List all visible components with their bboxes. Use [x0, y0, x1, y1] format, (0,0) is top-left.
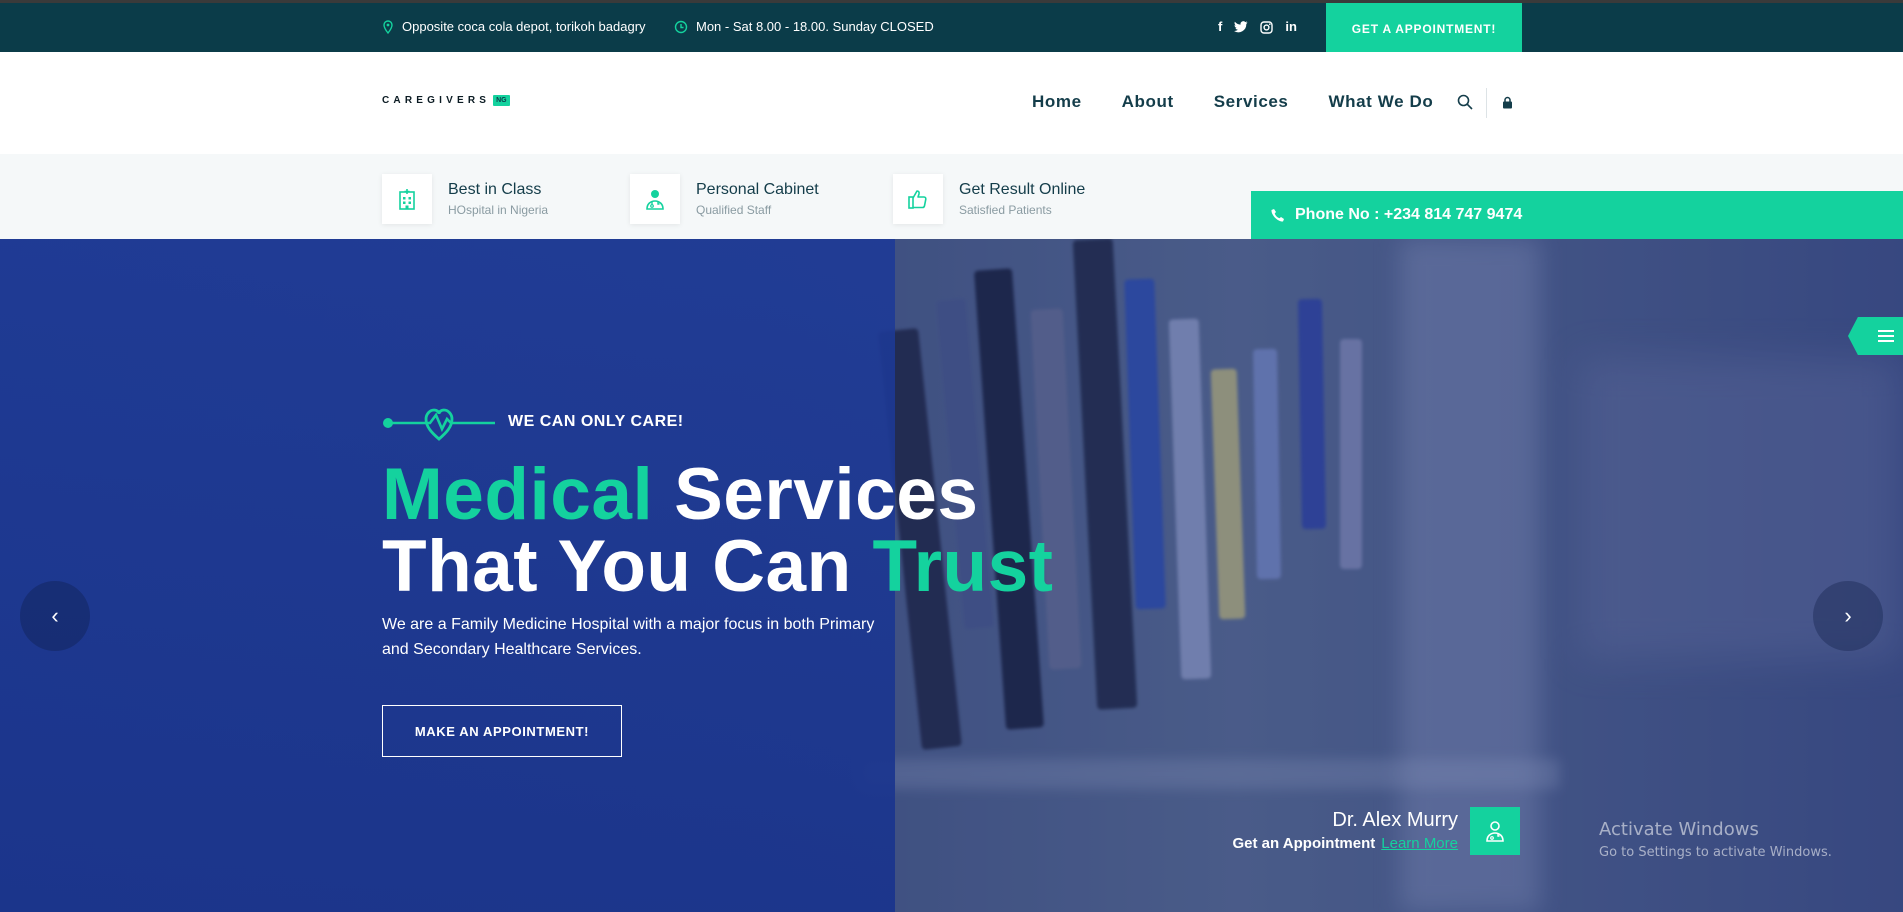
- phone-number: Phone No : +234 814 747 9474: [1295, 206, 1523, 223]
- twitter-icon[interactable]: [1234, 21, 1248, 33]
- main-header: CAREGIVERS NG Home About Services What W…: [0, 52, 1903, 154]
- menu-icon: [1878, 330, 1894, 342]
- facebook-icon[interactable]: f: [1218, 20, 1222, 34]
- logo-text: CAREGIVERS: [382, 95, 491, 106]
- lock-icon[interactable]: [1502, 96, 1513, 109]
- heartbeat-icon: [383, 408, 495, 441]
- thumbs-up-icon: [908, 190, 927, 209]
- phone-bar[interactable]: Phone No : +234 814 747 9474: [1251, 191, 1903, 239]
- map-pin-icon: [383, 19, 393, 34]
- feature-title: Best in Class: [448, 181, 542, 198]
- hero-description: We are a Family Medicine Hospital with a…: [382, 616, 875, 658]
- doctor-icon: [646, 190, 664, 210]
- learn-more-link[interactable]: Learn More: [1381, 835, 1458, 852]
- feature-subtitle: Qualified Staff: [696, 203, 772, 217]
- chevron-left-icon: ‹: [51, 603, 59, 628]
- feature-icon-box: [382, 174, 432, 224]
- main-nav: Home About Services What We Do: [1032, 92, 1433, 112]
- nav-item-home[interactable]: Home: [1032, 92, 1082, 112]
- feature-title: Personal Cabinet: [696, 181, 819, 198]
- hero-headline: Medical Services That You Can Trust: [382, 458, 1053, 603]
- hero-slider: WE CAN ONLY CARE! Medical Services That …: [0, 239, 1903, 912]
- hours-text: Mon - Sat 8.00 - 18.00. Sunday CLOSED: [696, 19, 934, 34]
- headline-that-you-can: That You Can: [382, 526, 852, 607]
- address-text: Opposite coca cola depot, torikoh badagr…: [402, 19, 646, 34]
- feature-subtitle: HOspital in Nigeria: [448, 203, 549, 217]
- chevron-right-icon: ›: [1844, 603, 1852, 628]
- feature-subtitle: Satisfied Patients: [959, 203, 1052, 217]
- watermark-subtitle: Go to Settings to activate Windows.: [1599, 845, 1832, 860]
- doctor-card: Dr. Alex Murry Get an Appointment Learn M…: [1190, 807, 1520, 855]
- top-bar: Opposite coca cola depot, torikoh badagr…: [0, 0, 1903, 55]
- doctor-name: Dr. Alex Murry: [1332, 809, 1458, 831]
- address-info: Opposite coca cola depot, torikoh badagr…: [382, 19, 646, 34]
- next-slide-button[interactable]: ›: [1813, 581, 1883, 651]
- hours-info: Mon - Sat 8.00 - 18.00. Sunday CLOSED: [674, 19, 934, 34]
- social-links: f in: [1218, 20, 1297, 34]
- site-logo[interactable]: CAREGIVERS NG: [382, 95, 510, 106]
- appointment-text: Get an Appointment: [1232, 835, 1376, 852]
- nav-item-what-we-do[interactable]: What We Do: [1329, 92, 1434, 112]
- tagline-text: WE CAN ONLY CARE!: [508, 413, 684, 430]
- nav-item-services[interactable]: Services: [1214, 92, 1289, 112]
- hospital-icon: [399, 189, 415, 210]
- prev-slide-button[interactable]: ‹: [20, 581, 90, 651]
- doctor-avatar-button[interactable]: [1470, 807, 1520, 855]
- feature-title: Get Result Online: [959, 181, 1086, 198]
- linkedin-icon[interactable]: in: [1285, 20, 1297, 34]
- logo-badge: NG: [493, 95, 510, 106]
- search-icon[interactable]: [1457, 94, 1473, 110]
- feature-get-result-online: Get Result Online Satisfied Patients: [893, 174, 1085, 224]
- instagram-icon[interactable]: [1260, 20, 1274, 34]
- watermark-title: Activate Windows: [1599, 819, 1759, 840]
- headline-medical: Medical: [382, 454, 654, 535]
- headline-trust: Trust: [872, 526, 1054, 607]
- feature-best-in-class: Best in Class HOspital in Nigeria: [382, 174, 548, 224]
- activate-windows-watermark: Activate Windows Go to Settings to activ…: [1599, 819, 1832, 860]
- make-appointment-button[interactable]: MAKE AN APPOINTMENT!: [382, 705, 622, 757]
- feature-personal-cabinet: Personal Cabinet Qualified Staff: [630, 174, 819, 224]
- headline-services: Services: [674, 454, 979, 535]
- side-menu-tab[interactable]: [1848, 317, 1903, 355]
- feature-icon-box: [893, 174, 943, 224]
- nav-item-about[interactable]: About: [1122, 92, 1174, 112]
- phone-icon: [1271, 209, 1284, 222]
- hero-tagline: WE CAN ONLY CARE!: [382, 399, 684, 445]
- header-divider: [1486, 88, 1487, 118]
- get-appointment-button[interactable]: GET A APPOINTMENT!: [1326, 3, 1522, 55]
- doctor-icon: [1486, 821, 1504, 842]
- doctor-appointment-line: Get an Appointment Learn More: [1233, 835, 1459, 852]
- feature-icon-box: [630, 174, 680, 224]
- clock-icon: [674, 20, 688, 33]
